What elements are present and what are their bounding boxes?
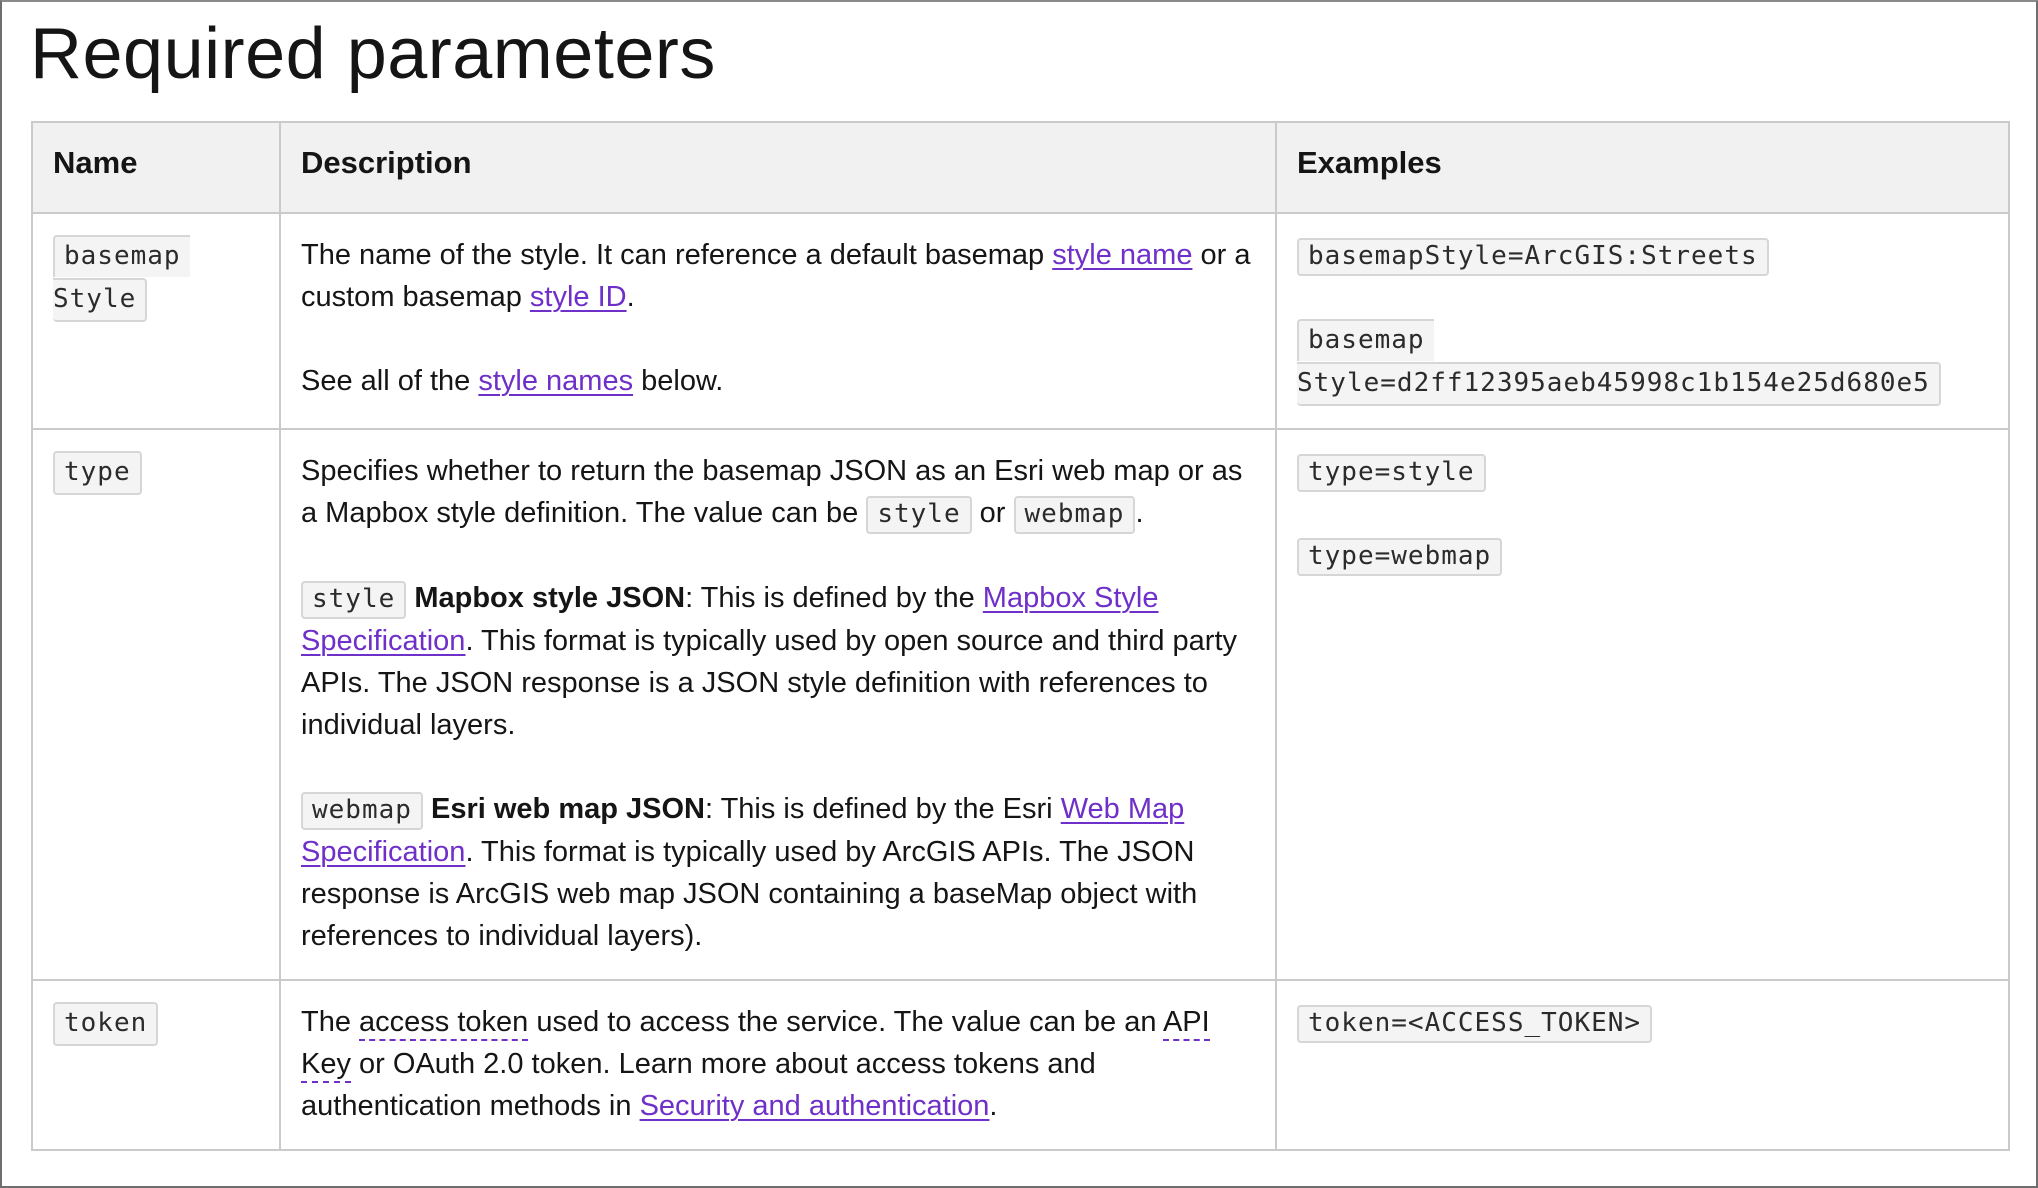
example-item: type=style <box>1297 450 1988 492</box>
description-paragraph: webmap Esri web map JSON: This is define… <box>301 792 1198 952</box>
value-title: Esri web map JSON <box>430 793 705 825</box>
table-row-basemapstyle: basemap Style The name of the style. It … <box>31 212 2010 430</box>
example-code: Style=d2ff12395aeb45998c1b154e25d680e5 <box>1297 362 1941 406</box>
description-paragraph: style Mapbox style JSON: This is defined… <box>301 581 1237 741</box>
description-paragraph: See all of the style names below. <box>301 365 724 397</box>
value-code-webmap: webmap <box>1013 496 1136 534</box>
example-code: token=<ACCESS_TOKEN> <box>1297 1005 1653 1043</box>
table-header-row: Name Description Examples <box>31 121 2010 214</box>
param-description-cell: The name of the style. It can reference … <box>279 212 1277 430</box>
param-name-cell: type <box>31 428 281 981</box>
value-code-style: style <box>301 581 407 619</box>
param-name-part: Style <box>53 278 148 322</box>
param-name-token: token <box>53 1002 159 1046</box>
value-code-webmap: webmap <box>301 792 423 830</box>
param-name-basemapstyle: basemap Style <box>53 234 259 322</box>
param-name-cell: token <box>31 979 281 1151</box>
description-paragraph: The name of the style. It can reference … <box>301 239 1251 313</box>
glossary-term-access-token[interactable]: access token <box>359 1006 529 1041</box>
example-code: type=webmap <box>1297 538 1503 576</box>
example-item: basemap Style=d2ff12395aeb45998c1b154e25… <box>1297 318 1988 406</box>
param-examples-cell: basemapStyle=ArcGIS:Streets basemap Styl… <box>1275 212 2010 430</box>
column-header-name: Name <box>31 121 281 214</box>
param-name-cell: basemap Style <box>31 212 281 430</box>
param-examples-cell: type=style type=webmap <box>1275 428 2010 981</box>
example-code: type=style <box>1297 454 1486 492</box>
style-names-link[interactable]: style names <box>478 365 633 397</box>
description-paragraph: Specifies whether to return the basemap … <box>301 450 1255 535</box>
security-authentication-link[interactable]: Security and authentication <box>640 1090 990 1122</box>
style-name-link[interactable]: style name <box>1052 239 1192 271</box>
param-description-cell: Specifies whether to return the basemap … <box>279 428 1277 981</box>
column-header-examples: Examples <box>1275 121 2010 214</box>
example-item: token=<ACCESS_TOKEN> <box>1297 1001 1988 1043</box>
value-code-style: style <box>866 496 972 534</box>
param-name-part: basemap <box>53 235 190 277</box>
page-title: Required parameters <box>30 14 716 94</box>
param-description-cell: The access token used to access the serv… <box>279 979 1277 1151</box>
table-row-token: token The access token used to access th… <box>31 979 2010 1151</box>
param-name-type: type <box>53 451 142 495</box>
param-examples-cell: token=<ACCESS_TOKEN> <box>1275 979 2010 1151</box>
description-paragraph: The access token used to access the serv… <box>301 1006 1210 1122</box>
table-row-type: type Specifies whether to return the bas… <box>31 428 2010 981</box>
example-item: type=webmap <box>1297 534 1988 576</box>
style-id-link[interactable]: style ID <box>530 281 627 313</box>
example-item: basemapStyle=ArcGIS:Streets <box>1297 234 1988 276</box>
parameters-table: Name Description Examples basemap Style … <box>31 121 2010 1151</box>
value-title: Mapbox style JSON <box>414 582 686 614</box>
column-header-description: Description <box>279 121 1277 214</box>
example-code: basemapStyle=ArcGIS:Streets <box>1297 238 1769 276</box>
example-code: basemap <box>1297 319 1434 361</box>
